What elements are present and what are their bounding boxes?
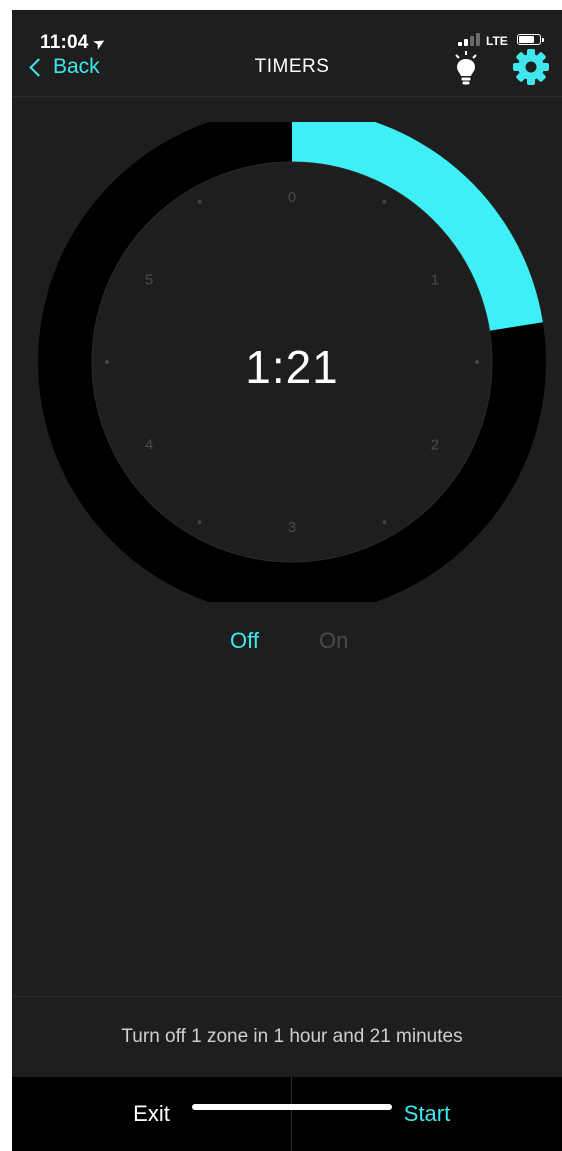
- bottom-action-bar: Exit Start: [12, 1077, 562, 1151]
- dial-hour-label: 5: [145, 272, 153, 289]
- timer-summary-text: Turn off 1 zone in 1 hour and 21 minutes: [121, 1026, 463, 1047]
- status-time: 11:04➤: [40, 32, 109, 54]
- dial-hour-label: 0: [288, 189, 296, 206]
- dial-hour-label: 1: [431, 272, 439, 289]
- timer-time-display: 1:21: [245, 341, 339, 393]
- dial-tick-dot: [382, 520, 387, 525]
- summary-divider: [12, 996, 562, 997]
- dial-tick-dot: [197, 199, 202, 204]
- lightbulb-icon[interactable]: [452, 48, 480, 88]
- start-button[interactable]: Start: [292, 1077, 562, 1151]
- dial-tick-dot: [197, 520, 202, 525]
- location-arrow-icon: ➤: [89, 32, 109, 54]
- timers-screen: 11:04➤ LTE Back TIMERS 01234 5 1:21 Off …: [12, 10, 562, 1151]
- cellular-signal-icon: [458, 32, 484, 46]
- battery-level-fill: [519, 36, 534, 43]
- timer-dial[interactable]: 0 1 2 3 4 5 1:21: [36, 122, 548, 602]
- dial-tick-dot: [382, 199, 387, 204]
- dial-hour-label: 3: [288, 519, 296, 536]
- battery-icon: [517, 34, 544, 45]
- network-type: LTE: [486, 34, 508, 48]
- mode-off-option[interactable]: Off: [230, 628, 259, 654]
- home-indicator: [192, 1104, 392, 1110]
- nav-divider: [12, 96, 562, 97]
- mode-on-option[interactable]: On: [319, 628, 348, 654]
- exit-button[interactable]: Exit: [12, 1077, 291, 1151]
- status-time-text: 11:04: [40, 32, 89, 53]
- gear-icon[interactable]: [512, 48, 550, 86]
- dial-hour-label: 2: [431, 437, 439, 454]
- dial-hour-label: 4: [145, 437, 153, 454]
